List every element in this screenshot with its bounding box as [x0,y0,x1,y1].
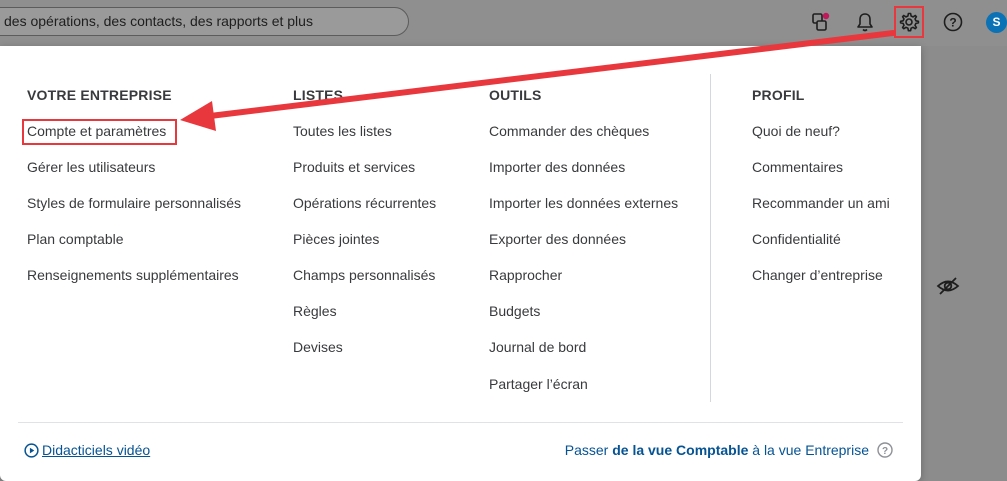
menu-list: Quoi de neuf? Commentaires Recommander u… [752,122,890,302]
compte-parametres-highlight-box [22,119,177,145]
menu-list: Compte et paramètres Gérer les utilisate… [27,122,241,302]
menu-item-renseignements[interactable]: Renseignements supplémentaires [27,266,241,302]
svg-text:?: ? [882,446,888,457]
menu-item-plan-comptable[interactable]: Plan comptable [27,230,241,266]
column-listes: LISTES Toutes les listes Produits et ser… [293,86,436,355]
help-icon[interactable]: ? [940,9,966,35]
bell-icon[interactable] [852,9,878,35]
column-profil: PROFIL Quoi de neuf? Commentaires Recomm… [752,86,890,283]
question-circle-icon[interactable]: ? [877,442,893,458]
column-votre-entreprise: VOTRE ENTREPRISE Compte et paramètres Gé… [27,86,241,283]
menu-item-devises[interactable]: Devises [293,338,436,374]
menu-item-quoi-de-neuf[interactable]: Quoi de neuf? [752,122,890,158]
column-heading: LISTES [293,87,344,103]
column-heading: VOTRE ENTREPRISE [27,87,172,103]
menu-item-exporter-donnees[interactable]: Exporter des données [489,230,678,266]
menu-item-styles-formulaire[interactable]: Styles de formulaire personnalisés [27,194,241,230]
play-circle-icon [24,442,39,458]
menu-item-toutes-listes[interactable]: Toutes les listes [293,122,436,158]
menu-item-changer-entreprise[interactable]: Changer d’entreprise [752,266,890,302]
switch-bold: de la vue Comptable [612,442,749,458]
menu-item-champs-personnalises[interactable]: Champs personnalisés [293,266,436,302]
settings-menu-panel: VOTRE ENTREPRISE Compte et paramètres Gé… [0,46,921,481]
menu-item-gerer-utilisateurs[interactable]: Gérer les utilisateurs [27,158,241,194]
gear-highlight-box [894,6,924,38]
eye-off-icon[interactable] [936,274,960,298]
column-divider [710,74,711,402]
menu-list: Commander des chèques Importer des donné… [489,122,678,411]
video-tutorials-link[interactable]: Didacticiels vidéo [24,442,150,458]
search-input[interactable]: des opérations, des contacts, des rappor… [0,7,409,36]
footer-divider [18,422,903,423]
menu-item-confidentialite[interactable]: Confidentialité [752,230,890,266]
menu-item-partager-ecran[interactable]: Partager l’écran [489,375,678,411]
menu-list: Toutes les listes Produits et services O… [293,122,436,374]
video-tutorials-label[interactable]: Didacticiels vidéo [42,442,150,458]
top-bar: des opérations, des contacts, des rappor… [0,0,1007,46]
menu-item-operations-recurrentes[interactable]: Opérations récurrentes [293,194,436,230]
apps-icon[interactable] [808,9,834,35]
menu-item-recommander-ami[interactable]: Recommander un ami [752,194,890,230]
menu-item-pieces-jointes[interactable]: Pièces jointes [293,230,436,266]
switch-view-link[interactable]: Passer de la vue Comptable à la vue Entr… [565,442,893,458]
column-heading: OUTILS [489,87,542,103]
menu-item-importer-donnees[interactable]: Importer des données [489,158,678,194]
switch-suffix: à la vue Entreprise [748,442,869,458]
menu-item-journal-bord[interactable]: Journal de bord [489,338,678,374]
menu-item-commander-cheques[interactable]: Commander des chèques [489,122,678,158]
menu-item-budgets[interactable]: Budgets [489,302,678,338]
menu-item-produits-services[interactable]: Produits et services [293,158,436,194]
column-heading: PROFIL [752,87,805,103]
svg-text:?: ? [949,16,956,30]
column-outils: OUTILS Commander des chèques Importer de… [489,86,678,392]
switch-prefix: Passer [564,442,613,458]
menu-item-commentaires[interactable]: Commentaires [752,158,890,194]
menu-item-importer-externes[interactable]: Importer les données externes [489,194,678,230]
menu-item-rapprocher[interactable]: Rapprocher [489,266,678,302]
menu-item-regles[interactable]: Règles [293,302,436,338]
avatar[interactable]: S [986,12,1007,33]
